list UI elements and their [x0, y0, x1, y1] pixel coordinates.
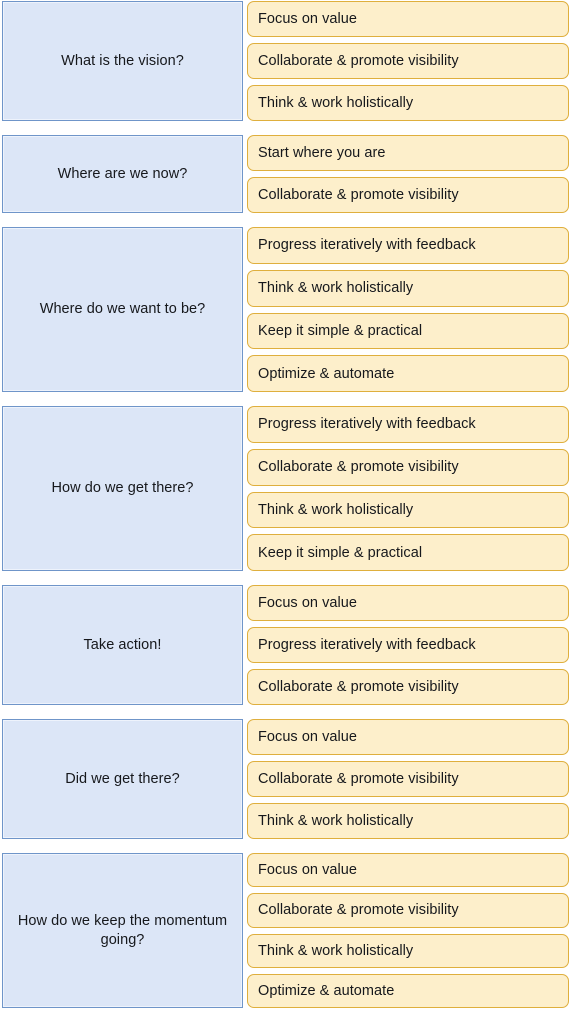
question-cell[interactable]: Where do we want to be? — [2, 227, 243, 392]
principle-label: Keep it simple & practical — [258, 322, 423, 339]
principle-label: Think & work holistically — [258, 812, 414, 829]
question-cell[interactable]: Did we get there? — [2, 719, 243, 839]
principle-label: Optimize & automate — [258, 365, 395, 382]
principle-item[interactable]: Start where you are — [247, 135, 569, 171]
principle-list: Progress iteratively with feedback Think… — [247, 227, 569, 392]
principle-list: Focus on value Collaborate & promote vis… — [247, 719, 569, 839]
principle-list: Progress iteratively with feedback Colla… — [247, 406, 569, 571]
question-cell[interactable]: What is the vision? — [2, 1, 243, 121]
principle-label: Collaborate & promote visibility — [258, 678, 459, 695]
question-label: How do we get there? — [51, 480, 194, 497]
question-label: Where are we now? — [57, 165, 188, 182]
matrix-row: How do we get there? Progress iterativel… — [2, 406, 569, 571]
principle-list: Focus on value Collaborate & promote vis… — [247, 1, 569, 121]
question-cell[interactable]: How do we keep the momentum going? — [2, 853, 243, 1008]
principle-list: Focus on value Progress iteratively with… — [247, 585, 569, 705]
principle-item[interactable]: Progress iteratively with feedback — [247, 227, 569, 264]
principle-label: Collaborate & promote visibility — [258, 770, 459, 787]
principle-label: Think & work holistically — [258, 501, 414, 518]
principle-item[interactable]: Optimize & automate — [247, 355, 569, 392]
principle-item[interactable]: Progress iteratively with feedback — [247, 406, 569, 443]
matrix-row: Did we get there? Focus on value Collabo… — [2, 719, 569, 839]
principle-item[interactable]: Collaborate & promote visibility — [247, 669, 569, 705]
question-label: Did we get there? — [65, 770, 180, 787]
principle-label: Progress iteratively with feedback — [258, 237, 476, 254]
principle-item[interactable]: Focus on value — [247, 719, 569, 755]
question-cell[interactable]: Take action! — [2, 585, 243, 705]
principle-label: Focus on value — [258, 594, 358, 611]
matrix-row: Where do we want to be? Progress iterati… — [2, 227, 569, 392]
principle-item[interactable]: Collaborate & promote visibility — [247, 177, 569, 213]
principle-item[interactable]: Progress iteratively with feedback — [247, 627, 569, 663]
matrix-row: What is the vision? Focus on value Colla… — [2, 1, 569, 121]
principle-label: Focus on value — [258, 862, 358, 879]
principle-label: Collaborate & promote visibility — [258, 52, 459, 69]
principle-label: Focus on value — [258, 10, 358, 27]
principle-item[interactable]: Collaborate & promote visibility — [247, 761, 569, 797]
principle-item[interactable]: Focus on value — [247, 853, 569, 888]
principle-label: Progress iteratively with feedback — [258, 636, 476, 653]
principle-label: Start where you are — [258, 144, 386, 161]
question-label: How do we keep the momentum going? — [17, 912, 228, 948]
principle-item[interactable]: Think & work holistically — [247, 933, 569, 968]
principle-item[interactable]: Think & work holistically — [247, 803, 569, 839]
principle-label: Focus on value — [258, 728, 358, 745]
matrix-row: Where are we now? Start where you are Co… — [2, 135, 569, 213]
principles-matrix: What is the vision? Focus on value Colla… — [0, 0, 573, 1024]
question-label: What is the vision? — [61, 52, 184, 69]
principle-label: Think & work holistically — [258, 942, 414, 959]
principle-item[interactable]: Collaborate & promote visibility — [247, 448, 569, 486]
principle-list: Focus on value Collaborate & promote vis… — [247, 853, 569, 1008]
question-cell[interactable]: Where are we now? — [2, 135, 243, 213]
principle-label: Collaborate & promote visibility — [258, 902, 459, 919]
principle-label: Think & work holistically — [258, 280, 414, 297]
matrix-row: Take action! Focus on value Progress ite… — [2, 585, 569, 705]
principle-label: Collaborate & promote visibility — [258, 459, 459, 476]
principle-item[interactable]: Think & work holistically — [247, 491, 569, 529]
matrix-row: How do we keep the momentum going? Focus… — [2, 853, 569, 1008]
principle-item[interactable]: Collaborate & promote visibility — [247, 43, 569, 79]
principle-item[interactable]: Collaborate & promote visibility — [247, 893, 569, 928]
principle-item[interactable]: Focus on value — [247, 1, 569, 37]
question-cell[interactable]: How do we get there? — [2, 406, 243, 571]
principle-item[interactable]: Keep it simple & practical — [247, 312, 569, 350]
principle-item[interactable]: Think & work holistically — [247, 85, 569, 121]
principle-item[interactable]: Optimize & automate — [247, 973, 569, 1008]
principle-label: Progress iteratively with feedback — [258, 416, 476, 433]
principle-label: Keep it simple & practical — [258, 544, 423, 561]
principle-label: Think & work holistically — [258, 94, 414, 111]
principle-label: Optimize & automate — [258, 982, 395, 999]
principle-item[interactable]: Focus on value — [247, 585, 569, 621]
principle-label: Collaborate & promote visibility — [258, 186, 459, 203]
question-label: Take action! — [83, 636, 162, 653]
principle-item[interactable]: Think & work holistically — [247, 269, 569, 307]
question-label: Where do we want to be? — [39, 301, 206, 318]
principle-item[interactable]: Keep it simple & practical — [247, 534, 569, 571]
principle-list: Start where you are Collaborate & promot… — [247, 135, 569, 213]
